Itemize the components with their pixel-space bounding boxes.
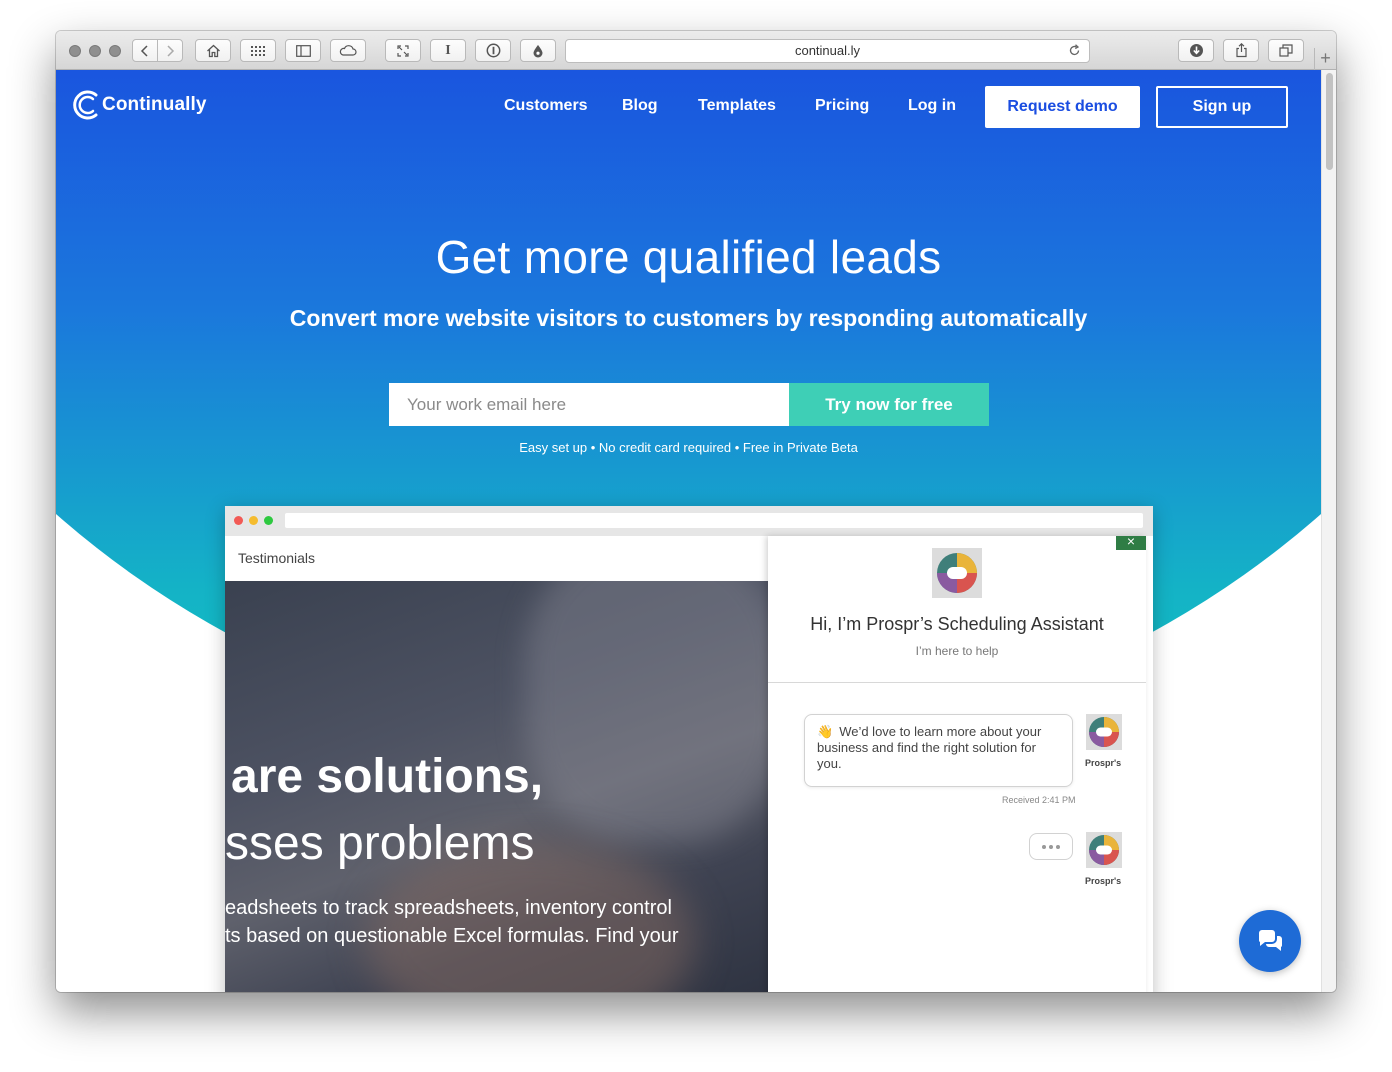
message-timestamp: Received 2:41 PM (1002, 795, 1076, 805)
home-button[interactable] (195, 39, 231, 62)
nav-link-customers[interactable]: Customers (504, 97, 588, 115)
browser-toolbar: I continual.ly + (56, 31, 1336, 70)
close-window-button[interactable] (69, 45, 81, 57)
icloud-button[interactable] (330, 39, 366, 62)
download-icon (1189, 44, 1203, 57)
web-page: Continually Customers Blog Templates Pri… (56, 70, 1321, 992)
nav-link-pricing[interactable]: Pricing (815, 97, 869, 115)
home-icon (206, 44, 220, 57)
chat-close-button[interactable]: × (1116, 534, 1146, 550)
continually-logo-icon (73, 90, 98, 120)
sidebar-icon (295, 44, 311, 57)
hero-subtitle: Convert more website visitors to custome… (289, 305, 1088, 331)
prospr-avatar-small (1086, 714, 1122, 750)
drop-icon (533, 44, 543, 57)
chat-title: Hi, I’m Prospr’s Scheduling Assistant (810, 614, 1104, 634)
tabs-overview-button[interactable] (1268, 39, 1304, 62)
preview-body-text: eadsheets to track spreadsheets, invento… (225, 894, 679, 950)
share-button[interactable] (1223, 39, 1259, 62)
chevron-right-icon (167, 44, 175, 57)
chat-panel: × Hi, I’m Prospr’s Scheduling Assistant … (768, 534, 1146, 992)
expand-icon (397, 44, 409, 57)
preview-site-nav: Testimonials (225, 536, 768, 581)
try-now-button[interactable]: Try now for free (789, 383, 989, 426)
preview-url-bar (285, 513, 1143, 528)
url-text: continual.ly (794, 43, 861, 58)
top-sites-button[interactable] (240, 39, 276, 62)
preview-red-dot (234, 516, 243, 525)
preview-green-dot (264, 516, 273, 525)
chat-subtitle: I’m here to help (915, 644, 999, 658)
minimize-window-button[interactable] (89, 45, 101, 57)
chat-launcher-button[interactable] (1239, 910, 1301, 972)
prospr-avatar-small (1086, 832, 1122, 868)
preview-yellow-dot (249, 516, 258, 525)
browser-window: I continual.ly + Continually Customers B… (56, 31, 1336, 992)
request-demo-button[interactable]: Request demo (985, 86, 1140, 128)
preview-hero-photo: are solutions, sses problems eadsheets t… (225, 581, 768, 992)
preview-headline-2: sses problems (225, 817, 535, 870)
forward-button[interactable] (157, 39, 183, 62)
preview-body-line-2: ts based on questionable Excel formulas.… (225, 925, 679, 947)
preview-browser-bar (225, 506, 1153, 536)
chat-message-bubble: 👋 We’d love to learn more about your busi… (804, 714, 1073, 787)
hero-title: Get more qualified leads (435, 231, 942, 283)
downloads-button[interactable] (1178, 39, 1214, 62)
address-bar[interactable]: continual.ly (565, 39, 1090, 63)
product-preview: Testimonials are solutions, sses problem… (225, 506, 1153, 992)
nav-link-templates[interactable]: Templates (698, 97, 776, 115)
password-manager-button[interactable] (475, 39, 511, 62)
extension-button[interactable] (520, 39, 556, 62)
wave-icon: 👋 (817, 724, 834, 739)
hero-fineprint: Easy set up • No credit card required • … (519, 440, 858, 455)
typing-indicator (1029, 833, 1073, 860)
chevron-left-icon (140, 44, 148, 57)
page-scrollbar[interactable] (1321, 70, 1336, 992)
share-icon (1235, 43, 1247, 58)
nav-link-blog[interactable]: Blog (622, 97, 658, 115)
text-cursor-icon: I (445, 42, 451, 58)
agent-name-label: Prospr's (1085, 876, 1122, 886)
chat-bubbles-icon (1258, 930, 1283, 951)
preview-body-line-1: eadsheets to track spreadsheets, invento… (225, 897, 672, 919)
chat-message-text: We’d love to learn more about your busin… (817, 724, 1042, 771)
reload-icon[interactable] (1068, 44, 1081, 57)
fullscreen-button[interactable] (385, 39, 421, 62)
work-email-input[interactable] (389, 383, 789, 426)
onepassword-icon (486, 43, 500, 58)
zoom-window-button[interactable] (109, 45, 121, 57)
text-cursor-button[interactable]: I (430, 39, 466, 62)
prospr-avatar-large (932, 548, 982, 598)
logo[interactable]: Continually (72, 89, 207, 121)
agent-name-label: Prospr's (1085, 758, 1122, 768)
nav-link-log-in[interactable]: Log in (908, 97, 956, 115)
sidebar-button[interactable] (285, 39, 321, 62)
sign-up-button[interactable]: Sign up (1156, 86, 1288, 128)
preview-headline-1: are solutions, (231, 750, 544, 803)
tabs-icon (1279, 44, 1293, 57)
chat-divider (768, 682, 1146, 683)
scrollbar-thumb[interactable] (1326, 73, 1333, 170)
grid-icon (251, 45, 265, 56)
new-tab-button[interactable]: + (1314, 48, 1336, 70)
preview-nav-testimonials: Testimonials (238, 550, 316, 566)
logo-text: Continually (102, 94, 207, 115)
back-button[interactable] (132, 39, 158, 62)
cloud-icon (339, 45, 357, 56)
